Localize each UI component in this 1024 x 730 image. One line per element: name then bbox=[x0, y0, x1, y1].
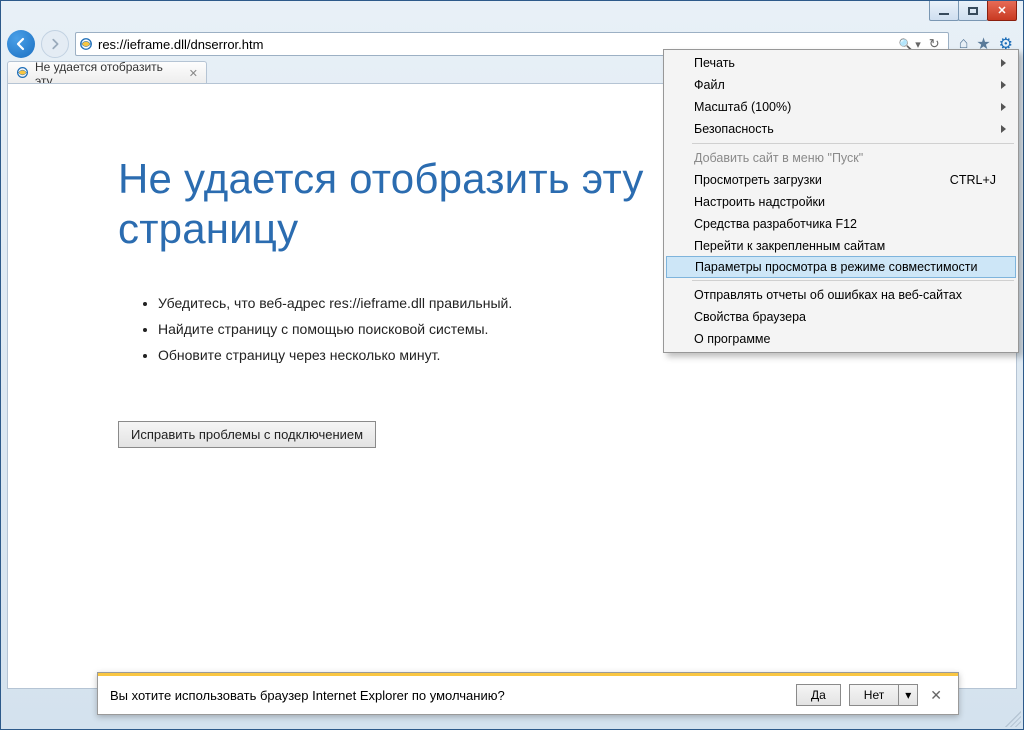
window-controls bbox=[930, 1, 1017, 21]
menu-separator bbox=[692, 143, 1014, 144]
menu-item[interactable]: Настроить надстройки bbox=[666, 191, 1016, 213]
menu-item-label: Свойства браузера bbox=[694, 310, 806, 324]
menu-item[interactable]: Просмотреть загрузки CTRL+J bbox=[666, 169, 1016, 191]
infobar-close-icon[interactable]: ✕ bbox=[926, 687, 946, 704]
menu-item[interactable]: Параметры просмотра в режиме совместимос… bbox=[666, 256, 1016, 278]
menu-item[interactable]: Печать bbox=[666, 52, 1016, 74]
browser-window: 🔍 ▾ ↻ ⌂ ★ ⚙ Не удается отобразить эту...… bbox=[0, 0, 1024, 730]
menu-item-label: Просмотреть загрузки bbox=[694, 173, 822, 187]
menu-shortcut: CTRL+J bbox=[950, 173, 996, 187]
menu-item-label: Параметры просмотра в режиме совместимос… bbox=[695, 260, 978, 274]
fix-connection-button[interactable]: Исправить проблемы с подключением bbox=[118, 421, 376, 448]
close-button[interactable] bbox=[987, 1, 1017, 21]
menu-item[interactable]: Безопасность bbox=[666, 118, 1016, 140]
menu-item[interactable]: Файл bbox=[666, 74, 1016, 96]
infobar-text: Вы хотите использовать браузер Internet … bbox=[110, 688, 505, 703]
submenu-arrow-icon bbox=[1001, 81, 1006, 89]
infobar-no-split-button[interactable]: Нет ▾ bbox=[849, 684, 918, 706]
default-browser-infobar: Вы хотите использовать браузер Internet … bbox=[97, 672, 959, 715]
menu-item-label: Печать bbox=[694, 56, 735, 70]
infobar-no-button[interactable]: Нет bbox=[849, 684, 899, 706]
menu-item-label: Масштаб (100%) bbox=[694, 100, 791, 114]
menu-item[interactable]: Перейти к закрепленным сайтам bbox=[666, 235, 1016, 257]
menu-item-label: Добавить сайт в меню "Пуск" bbox=[694, 151, 863, 165]
menu-item-label: Средства разработчика F12 bbox=[694, 217, 857, 231]
tab-close-icon[interactable]: ✕ bbox=[189, 67, 198, 80]
menu-item[interactable]: О программе bbox=[666, 328, 1016, 350]
infobar-yes-button[interactable]: Да bbox=[796, 684, 841, 706]
menu-item-label: Перейти к закрепленным сайтам bbox=[694, 239, 885, 253]
menu-item-label: Файл bbox=[694, 78, 725, 92]
browser-tab[interactable]: Не удается отобразить эту... ✕ bbox=[7, 61, 207, 85]
menu-separator bbox=[692, 280, 1014, 281]
menu-item[interactable]: Средства разработчика F12 bbox=[666, 213, 1016, 235]
tools-menu: Печать Файл Масштаб (100%) Безопасность Доба… bbox=[663, 49, 1019, 353]
menu-item-label: Безопасность bbox=[694, 122, 774, 136]
submenu-arrow-icon bbox=[1001, 103, 1006, 111]
menu-item-label: Отправлять отчеты об ошибках на веб-сайт… bbox=[694, 288, 962, 302]
menu-item: Добавить сайт в меню "Пуск" bbox=[666, 147, 1016, 169]
ie-favicon-icon bbox=[76, 37, 96, 51]
forward-button[interactable] bbox=[41, 30, 69, 58]
menu-item-label: Настроить надстройки bbox=[694, 195, 825, 209]
ie-favicon-icon bbox=[16, 66, 29, 82]
menu-item[interactable]: Масштаб (100%) bbox=[666, 96, 1016, 118]
back-button[interactable] bbox=[7, 30, 35, 58]
maximize-button[interactable] bbox=[958, 1, 988, 21]
minimize-button[interactable] bbox=[929, 1, 959, 21]
menu-item[interactable]: Свойства браузера bbox=[666, 306, 1016, 328]
infobar-no-dropdown[interactable]: ▾ bbox=[899, 684, 918, 706]
submenu-arrow-icon bbox=[1001, 125, 1006, 133]
resize-grip-icon[interactable] bbox=[1005, 711, 1021, 727]
menu-item[interactable]: Отправлять отчеты об ошибках на веб-сайт… bbox=[666, 284, 1016, 306]
menu-item-label: О программе bbox=[694, 332, 770, 346]
submenu-arrow-icon bbox=[1001, 59, 1006, 67]
